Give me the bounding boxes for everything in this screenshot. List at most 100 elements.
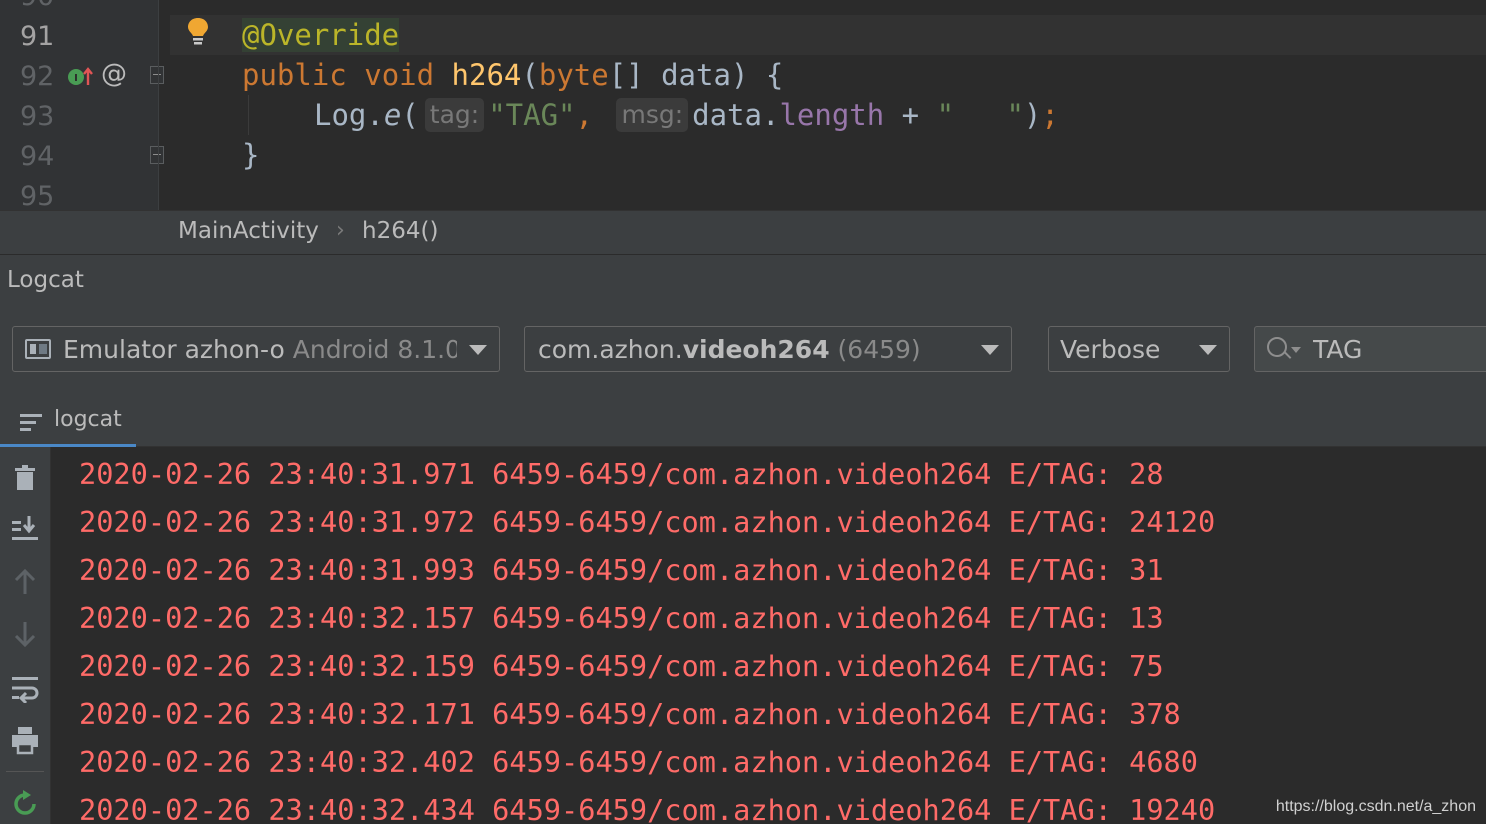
gutter-line: 92 I @ <box>0 55 158 95</box>
string-literal: " " <box>936 98 1024 132</box>
print-icon[interactable] <box>10 725 40 755</box>
gutter-line: 95 <box>0 175 158 210</box>
comma: , <box>575 98 593 132</box>
log-entry[interactable]: 2020-02-26 23:40:32.157 6459-6459/com.az… <box>79 594 1164 642</box>
fold-open-icon[interactable] <box>150 66 164 84</box>
search-icon[interactable] <box>1267 337 1287 357</box>
variable: data <box>692 98 762 132</box>
line-number: 95 <box>20 181 55 210</box>
code-line-91[interactable]: @Override <box>242 15 400 55</box>
process-name: videoh264 <box>682 335 830 364</box>
tab-logcat[interactable]: logcat <box>0 400 136 447</box>
device-label: Emulator azhon-o Android 8.1.0 <box>63 335 457 364</box>
tab-label: logcat <box>54 407 122 432</box>
svg-text:I: I <box>74 73 78 84</box>
line-number: 90 <box>20 0 54 12</box>
search-input[interactable] <box>1313 333 1483 365</box>
logcat-search-field[interactable] <box>1254 326 1486 372</box>
line-number: 94 <box>20 141 55 172</box>
gutter-line: 93 <box>0 95 158 135</box>
line-number: 91 <box>20 21 55 52</box>
process-pid: (6459) <box>837 335 921 364</box>
process-label: com.azhon.videoh264 (6459) <box>538 335 921 364</box>
paren: ) <box>730 58 749 92</box>
log-entry[interactable]: 2020-02-26 23:40:31.972 6459-6459/com.az… <box>79 498 1215 546</box>
breadcrumb-method[interactable]: h264() <box>362 218 438 244</box>
gutter-separator <box>158 0 159 210</box>
logcat-filter-toolbar: Emulator azhon-o Android 8.1.0 com.azhon… <box>0 306 1486 400</box>
logcat-output[interactable]: 2020-02-26 23:40:31.971 6459-6459/com.az… <box>51 447 1486 824</box>
param-hint-tag: tag: <box>424 98 485 132</box>
operator: + <box>884 98 937 132</box>
soft-wrap-icon[interactable] <box>10 673 40 705</box>
code-editor[interactable]: 90 91 92 I @ 93 94 95 @Override public v… <box>0 0 1486 210</box>
paren: ( <box>401 98 419 132</box>
chevron-down-icon <box>981 345 999 355</box>
keyword: public <box>242 58 347 92</box>
log-lines-icon <box>20 414 42 432</box>
log-entry[interactable]: 2020-02-26 23:40:32.402 6459-6459/com.az… <box>79 738 1198 786</box>
watermark: https://blog.csdn.net/a_zhon <box>1275 798 1476 815</box>
log-entry[interactable]: 2020-02-26 23:40:31.993 6459-6459/com.az… <box>79 546 1164 594</box>
down-arrow-icon[interactable] <box>10 619 40 649</box>
paren: ) <box>1023 98 1042 132</box>
restart-icon[interactable] <box>10 789 40 819</box>
logcat-tab-strip: logcat <box>0 400 1486 447</box>
tool-window-title: Logcat <box>7 267 84 293</box>
emulator-icon <box>25 339 51 359</box>
code-line-94[interactable]: } <box>242 135 259 175</box>
implements-icon[interactable]: I <box>66 65 94 89</box>
log-entry[interactable]: 2020-02-26 23:40:32.159 6459-6459/com.az… <box>79 642 1164 690</box>
line-number: 93 <box>20 101 55 132</box>
scroll-to-end-icon[interactable] <box>10 513 40 543</box>
method-name: h264 <box>451 58 522 92</box>
class-ref: Log <box>314 98 367 132</box>
intention-bulb-icon[interactable] <box>186 16 210 46</box>
gutter-line: 91 <box>0 15 158 55</box>
log-entry[interactable]: 2020-02-26 23:40:32.171 6459-6459/com.az… <box>79 690 1181 738</box>
device-name: Emulator azhon-o <box>63 335 285 364</box>
chevron-down-icon <box>1199 345 1217 355</box>
type-keyword: byte <box>538 58 609 92</box>
code-line-92[interactable]: public void h264(byte[] data) { <box>242 55 783 95</box>
dot: . <box>761 98 780 132</box>
brace: } <box>242 138 260 172</box>
up-arrow-icon[interactable] <box>10 567 40 597</box>
field-ref: length <box>779 98 885 132</box>
brackets: [] <box>608 58 644 92</box>
string-literal: "TAG" <box>488 98 576 132</box>
logcat-tool-window-header: Logcat <box>0 254 1486 308</box>
log-level-value: Verbose <box>1060 335 1161 364</box>
param-name: data <box>643 58 731 92</box>
brace: { <box>748 58 784 92</box>
breadcrumb: MainActivity › h264() <box>0 210 1486 255</box>
paren: ( <box>521 58 539 92</box>
device-version: Android 8.1.0 <box>292 335 457 364</box>
gutter-line: 90 <box>0 0 158 15</box>
indent-guide <box>248 95 249 135</box>
log-entry[interactable]: 2020-02-26 23:40:31.971 6459-6459/com.az… <box>79 450 1164 498</box>
log-level-dropdown[interactable]: Verbose <box>1048 326 1230 372</box>
search-history-dropdown-icon[interactable] <box>1291 347 1301 353</box>
dot: . <box>366 98 384 132</box>
logcat-side-toolbar <box>0 447 51 824</box>
process-dropdown[interactable]: com.azhon.videoh264 (6459) <box>524 326 1012 372</box>
param-hint-msg: msg: <box>616 98 689 132</box>
trash-icon[interactable] <box>10 463 40 493</box>
chevron-down-icon <box>469 345 487 355</box>
breadcrumb-class[interactable]: MainActivity <box>178 218 319 244</box>
fold-close-icon[interactable] <box>150 146 164 164</box>
semicolon: ; <box>1041 98 1059 132</box>
override-annotation: @Override <box>242 18 400 52</box>
process-prefix: com.azhon. <box>538 335 683 364</box>
gutter-line: 94 <box>0 135 158 175</box>
device-dropdown[interactable]: Emulator azhon-o Android 8.1.0 <box>12 326 500 372</box>
side-toolbar-divider <box>6 771 44 772</box>
line-number: 92 <box>20 61 55 92</box>
code-line-93[interactable]: Log.e(tag: "TAG", msg: data.length + " "); <box>314 95 1059 135</box>
editor-gutter: 90 91 92 I @ 93 94 95 <box>0 0 164 210</box>
breadcrumb-separator: › <box>336 218 345 243</box>
log-entry[interactable]: 2020-02-26 23:40:32.434 6459-6459/com.az… <box>79 786 1215 824</box>
static-call: e <box>383 98 402 132</box>
annotation-gutter-icon[interactable]: @ <box>101 59 127 89</box>
